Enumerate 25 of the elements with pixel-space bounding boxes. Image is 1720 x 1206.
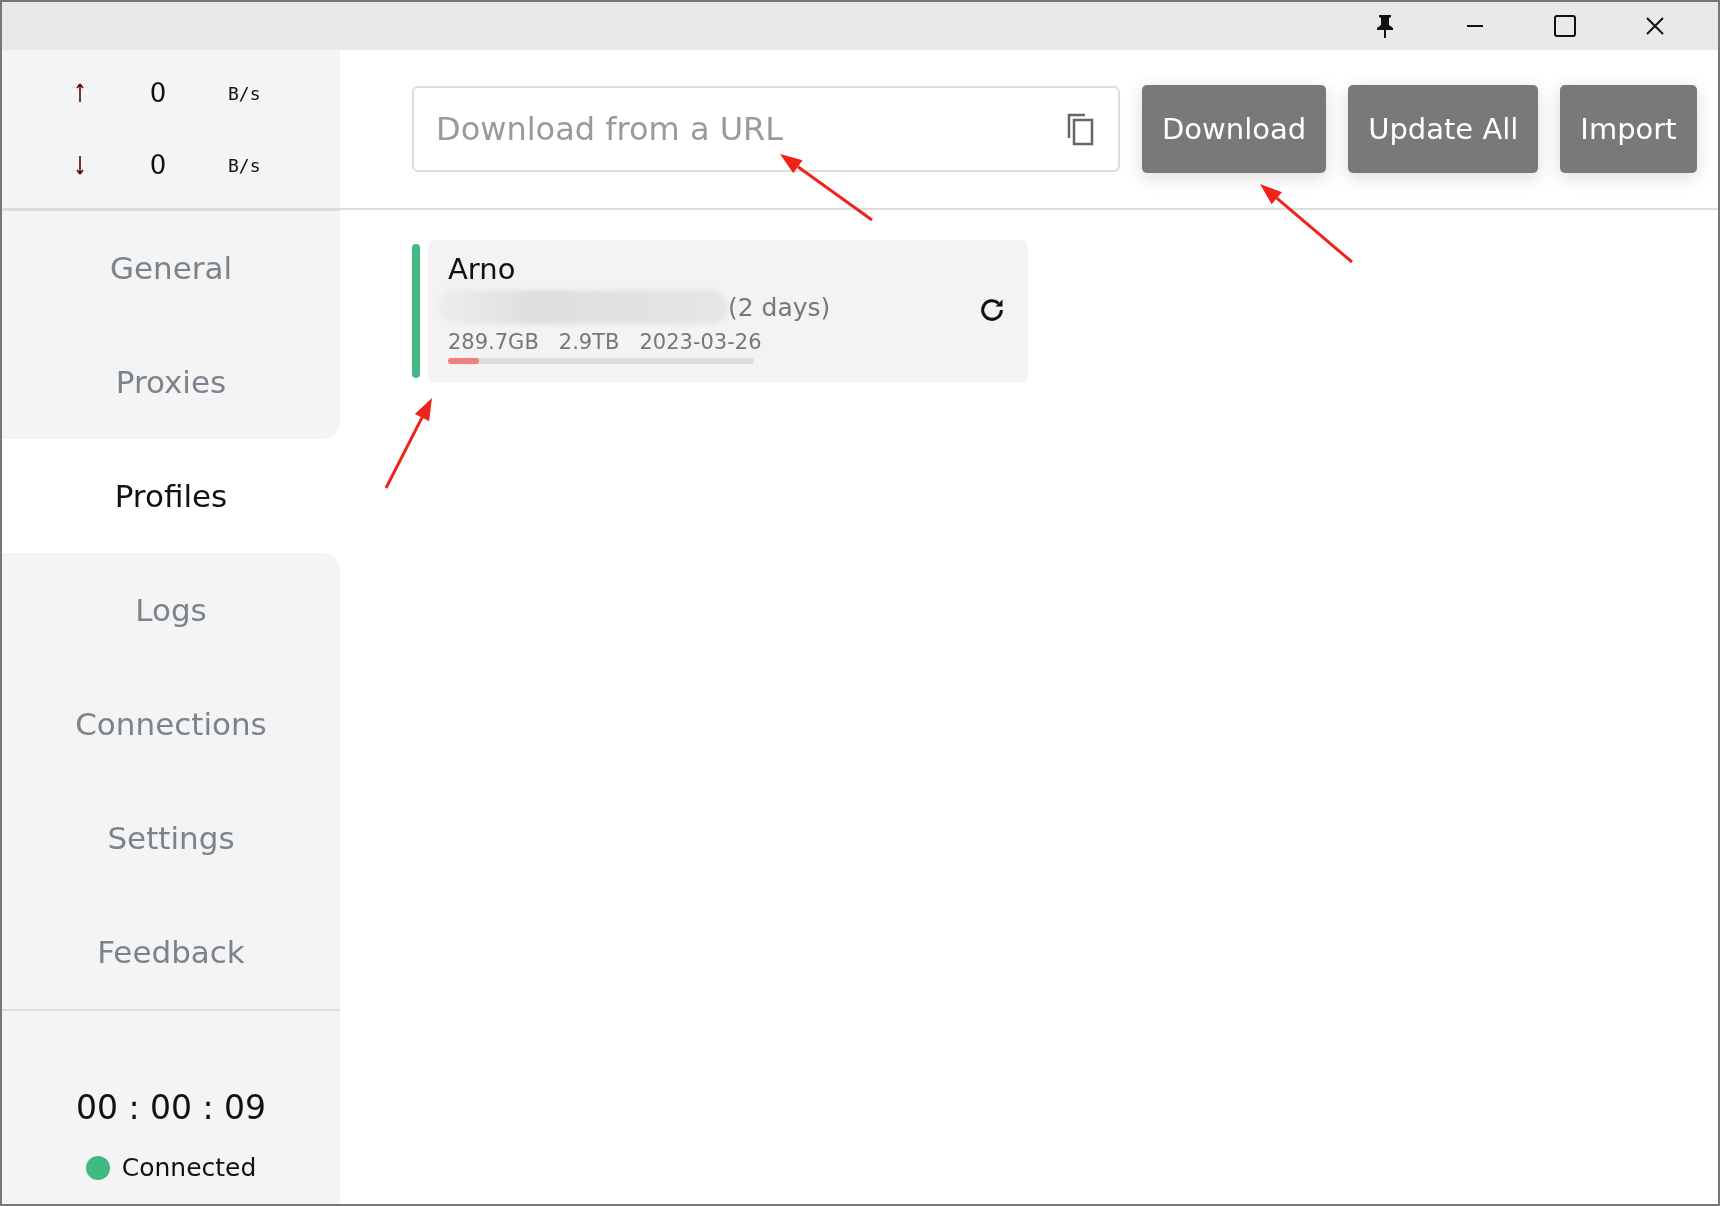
profile-card[interactable]: Arno (2 days) 289.7GB 2.9TB 2023-03-26 — [428, 240, 1028, 382]
toolbar-button[interactable]: Import — [1560, 85, 1697, 173]
total-traffic: 2.9TB — [558, 330, 620, 354]
status-text: Connected — [121, 1153, 257, 1182]
profile-name: Arno — [448, 252, 517, 286]
nav-item[interactable]: Settings — [2, 781, 340, 895]
nav-item[interactable]: Connections — [2, 667, 340, 781]
paste-icon[interactable] — [1066, 112, 1096, 146]
expiry-date: 2023-03-26 — [639, 330, 762, 354]
nav-item[interactable]: Proxies — [2, 325, 340, 439]
url-field[interactable]: Download from a URL — [412, 86, 1120, 172]
expiry-text: (2 days) — [728, 292, 831, 322]
toolbar-button[interactable]: Update All — [1348, 85, 1539, 173]
nav-item[interactable]: Logs — [2, 553, 340, 667]
speed-unit: B/s — [228, 82, 261, 104]
uptime-clock: 00 : 00 : 09 — [75, 1088, 267, 1127]
toolbar-button[interactable]: Download — [1142, 85, 1327, 173]
used-traffic: 289.7GB — [448, 330, 539, 354]
up-arrow-icon — [75, 83, 85, 103]
speed-unit: B/s — [228, 154, 261, 176]
nav-item[interactable]: Feedback — [2, 895, 340, 1009]
nav-item[interactable]: General — [2, 211, 340, 325]
speed-value: 0 — [148, 150, 168, 180]
down-arrow-icon — [75, 155, 85, 175]
speed-value: 0 — [148, 78, 168, 108]
